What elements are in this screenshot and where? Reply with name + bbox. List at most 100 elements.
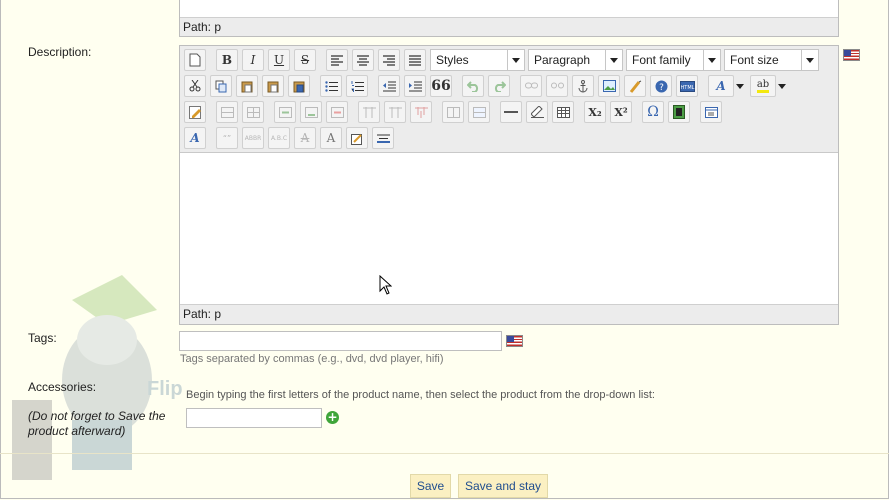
delete-col-icon[interactable]	[410, 101, 432, 123]
insert-row-after-icon[interactable]	[300, 101, 322, 123]
font-family-dropdown[interactable]: Font family	[626, 49, 721, 71]
insert-row-before-icon[interactable]	[274, 101, 296, 123]
svg-text:HTML: HTML	[680, 85, 694, 91]
font-color-label: A	[716, 79, 726, 93]
add-icon[interactable]: +	[326, 411, 339, 424]
svg-text:?: ?	[659, 83, 664, 93]
cut-icon[interactable]	[184, 75, 206, 97]
insert-col-after-icon[interactable]	[384, 101, 406, 123]
paste-text-icon[interactable]	[262, 75, 284, 97]
us-flag-icon[interactable]	[506, 335, 523, 347]
copy-icon[interactable]	[210, 75, 232, 97]
save-and-stay-button[interactable]: Save and stay	[458, 474, 548, 498]
table-icon[interactable]	[552, 101, 574, 123]
tags-hint: Tags separated by commas (e.g., dvd, dvd…	[180, 353, 444, 365]
toolbar-row-1: B I U S Styles Paragraph Font family Fon…	[184, 48, 822, 72]
accessories-note: (Do not forget to Save the product after…	[28, 409, 166, 438]
table-row-props-icon[interactable]	[216, 101, 238, 123]
delete-text-icon[interactable]: A	[294, 127, 316, 149]
anchor-icon[interactable]	[572, 75, 594, 97]
watermark-text: FlipperHost	[147, 378, 182, 400]
background-color-label: ab	[756, 79, 770, 93]
acronym-icon[interactable]: A.B.C	[268, 127, 290, 149]
delete-row-icon[interactable]	[326, 101, 348, 123]
format-dropdown[interactable]: Paragraph	[528, 49, 623, 71]
indent-icon[interactable]	[404, 75, 426, 97]
toolbar-row-4: A “” ABBR A.B.C A A	[184, 126, 398, 150]
align-right-icon[interactable]	[378, 49, 400, 71]
html-source-icon[interactable]: HTML	[676, 75, 698, 97]
subscript-button[interactable]: X₂	[584, 101, 606, 123]
visual-chars-icon[interactable]	[372, 127, 394, 149]
image-icon[interactable]	[598, 75, 620, 97]
horizontal-rule-icon[interactable]	[500, 101, 522, 123]
font-color-menu[interactable]	[734, 75, 746, 97]
strikethrough-button[interactable]: S	[294, 49, 316, 71]
editor-toolbar: B I U S Styles Paragraph Font family Fon…	[180, 46, 838, 153]
styles-dropdown-value: Styles	[436, 53, 469, 67]
blockquote-button[interactable]: 66	[430, 75, 452, 97]
media-icon[interactable]	[668, 101, 690, 123]
align-center-icon[interactable]	[352, 49, 374, 71]
font-size-dropdown-value: Font size	[730, 53, 779, 67]
mouse-cursor-icon	[379, 274, 393, 298]
remove-format-icon[interactable]	[526, 101, 548, 123]
numbered-list-icon[interactable]	[346, 75, 368, 97]
help-icon[interactable]: ?	[650, 75, 672, 97]
bold-button[interactable]: B	[216, 49, 238, 71]
format-dropdown-value: Paragraph	[534, 53, 591, 67]
outdent-icon[interactable]	[378, 75, 400, 97]
attributes-icon[interactable]	[346, 127, 368, 149]
merge-cells-icon[interactable]	[468, 101, 490, 123]
us-flag-icon[interactable]	[843, 49, 860, 61]
insert-col-before-icon[interactable]	[358, 101, 380, 123]
edit-css-icon[interactable]	[184, 101, 206, 123]
abbreviation-icon[interactable]: ABBR	[242, 127, 264, 149]
chevron-down-icon	[605, 50, 622, 70]
undo-icon[interactable]	[462, 75, 484, 97]
accessories-input[interactable]	[186, 408, 322, 428]
special-char-button[interactable]: Ω	[642, 101, 664, 123]
paste-icon[interactable]	[236, 75, 258, 97]
new-document-icon[interactable]	[184, 49, 206, 71]
cite-icon[interactable]: “”	[216, 127, 238, 149]
paste-word-icon[interactable]	[288, 75, 310, 97]
previous-editor: Path: p	[179, 0, 839, 37]
description-editor: B I U S Styles Paragraph Font family Fon…	[179, 45, 839, 325]
font-color-button[interactable]: A	[708, 75, 734, 97]
styleprops-button[interactable]: A	[184, 127, 206, 149]
styleprops-label: A	[190, 131, 200, 145]
underline-button[interactable]: U	[268, 49, 290, 71]
form-divider	[0, 453, 889, 454]
toolbar-row-2: 66 ? HTML A ab	[184, 74, 792, 98]
save-button[interactable]: Save	[410, 474, 451, 498]
toolbar-row-3: X₂ X² Ω	[184, 100, 726, 124]
italic-button[interactable]: I	[242, 49, 264, 71]
insert-text-icon[interactable]: A	[320, 127, 342, 149]
font-size-dropdown[interactable]: Font size	[724, 49, 819, 71]
editor-pathbar: Path: p	[180, 304, 838, 324]
align-left-icon[interactable]	[326, 49, 348, 71]
editor-content-area[interactable]	[180, 153, 838, 304]
description-label: Description:	[28, 45, 92, 59]
font-family-dropdown-value: Font family	[632, 53, 691, 67]
unlink-icon[interactable]	[546, 75, 568, 97]
link-icon[interactable]	[520, 75, 542, 97]
chevron-down-icon	[801, 50, 818, 70]
previous-editor-pathbar: Path: p	[180, 17, 838, 36]
superscript-button[interactable]: X²	[610, 101, 632, 123]
editor-path: Path: p	[183, 307, 222, 321]
background-color-menu[interactable]	[776, 75, 788, 97]
chevron-down-icon	[507, 50, 524, 70]
redo-icon[interactable]	[488, 75, 510, 97]
template-icon[interactable]	[700, 101, 722, 123]
background-color-button[interactable]: ab	[750, 75, 776, 97]
split-cells-icon[interactable]	[442, 101, 464, 123]
cleanup-icon[interactable]	[624, 75, 646, 97]
align-justify-icon[interactable]	[404, 49, 426, 71]
bullet-list-icon[interactable]	[320, 75, 342, 97]
previous-editor-path: Path: p	[183, 20, 222, 34]
styles-dropdown[interactable]: Styles	[430, 49, 525, 71]
table-cell-props-icon[interactable]	[242, 101, 264, 123]
tags-input[interactable]	[179, 331, 502, 351]
